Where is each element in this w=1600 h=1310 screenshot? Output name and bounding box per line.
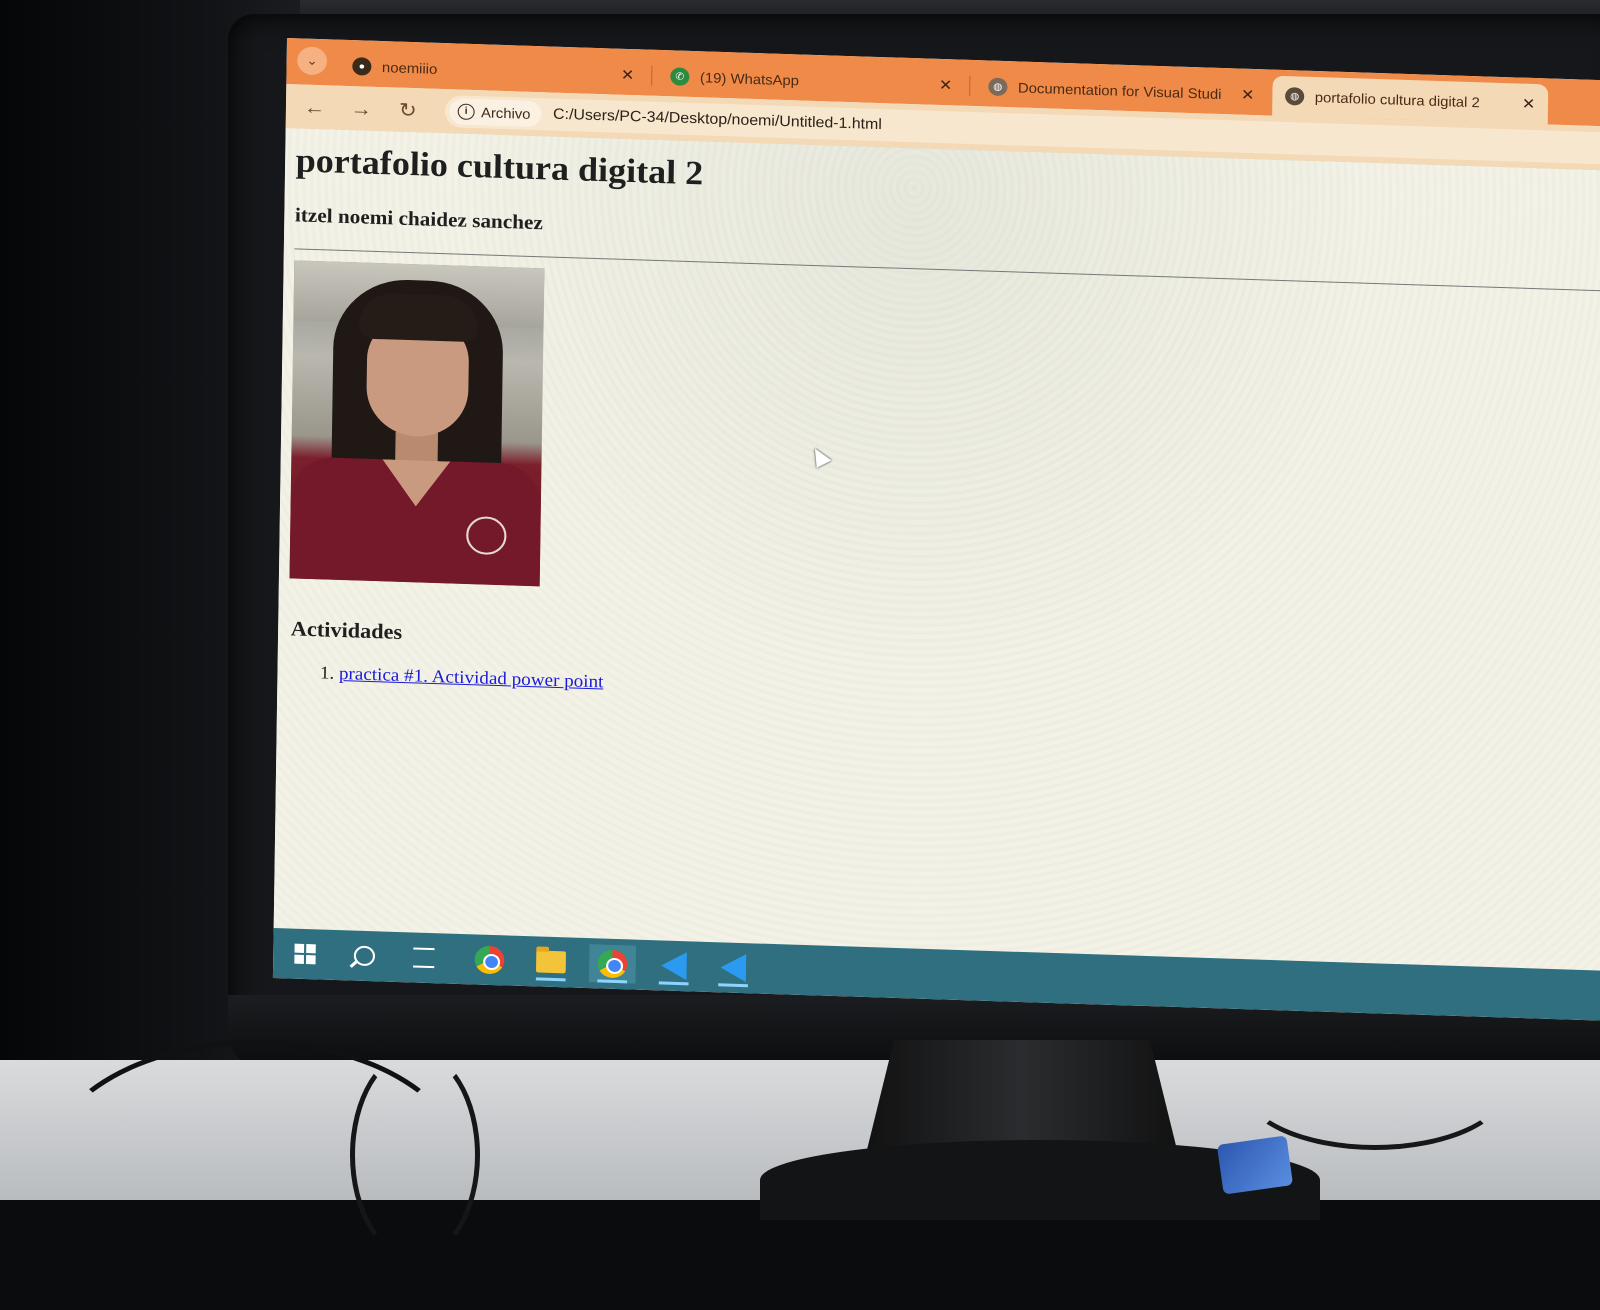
page-title: portafolio cultura digital 2 xyxy=(295,142,704,193)
web-page: portafolio cultura digital 2 itzel noemi… xyxy=(273,128,1600,972)
task-view-icon[interactable] xyxy=(400,938,447,977)
url-text[interactable]: C:/Users/PC-34/Desktop/noemi/Untitled-1.… xyxy=(553,106,882,134)
site-info-label: Archivo xyxy=(480,104,531,122)
windows-start-icon[interactable] xyxy=(281,934,328,973)
tab-title: portafolio cultura digital 2 xyxy=(1314,88,1480,111)
tab-separator xyxy=(969,75,971,96)
author-name: itzel noemi chaidez sanchez xyxy=(294,204,543,235)
vscode-icon[interactable] xyxy=(650,946,697,985)
close-icon[interactable]: ✕ xyxy=(1241,86,1255,104)
search-icon[interactable] xyxy=(341,936,388,975)
tab-title: noemiiio xyxy=(381,59,438,77)
photo-bangs xyxy=(358,292,479,343)
vscode-icon[interactable] xyxy=(710,948,757,987)
file-explorer-icon[interactable] xyxy=(527,942,574,981)
list-number: 1. xyxy=(319,662,335,683)
windows-sticker xyxy=(1216,1135,1294,1195)
mouse-cursor-icon xyxy=(807,444,832,468)
profile-photo xyxy=(289,260,545,587)
cable xyxy=(350,1050,480,1260)
tab-title: (19) WhatsApp xyxy=(699,69,800,89)
whatsapp-icon: ✆ xyxy=(670,67,690,86)
photo-scene: ⌄ ● noemiiio ✕ ✆ (19) WhatsApp ✕ ◍ Docum… xyxy=(0,0,1600,1260)
monitor-screen: ⌄ ● noemiiio ✕ ✆ (19) WhatsApp ✕ ◍ Docum… xyxy=(272,38,1600,1022)
back-arrow-icon[interactable]: ← xyxy=(301,94,329,121)
chevron-down-icon: ⌄ xyxy=(306,52,319,69)
globe-icon: ◍ xyxy=(988,77,1008,97)
activities-heading: Actividades xyxy=(290,616,403,644)
reload-icon[interactable]: ↻ xyxy=(394,97,422,124)
info-icon: i xyxy=(457,103,475,121)
site-info-chip[interactable]: i Archivo xyxy=(449,98,542,128)
close-icon[interactable]: ✕ xyxy=(939,76,953,94)
globe-icon: ◍ xyxy=(1284,87,1305,106)
chrome-icon[interactable] xyxy=(466,940,513,979)
chrome-profile-icon[interactable] xyxy=(588,944,637,984)
github-icon: ● xyxy=(352,57,372,76)
close-icon[interactable]: ✕ xyxy=(1522,95,1536,113)
tab-separator xyxy=(651,65,653,86)
forward-arrow-icon[interactable]: → xyxy=(347,96,375,123)
close-icon[interactable]: ✕ xyxy=(621,66,635,84)
activity-link[interactable]: practica #1. Actividad power point xyxy=(339,663,604,691)
tab-title: Documentation for Visual Studi xyxy=(1017,79,1222,102)
tab-search-button[interactable]: ⌄ xyxy=(297,46,328,76)
cable xyxy=(1240,1020,1510,1150)
activities-list: 1. practica #1. Actividad power point xyxy=(320,662,604,692)
